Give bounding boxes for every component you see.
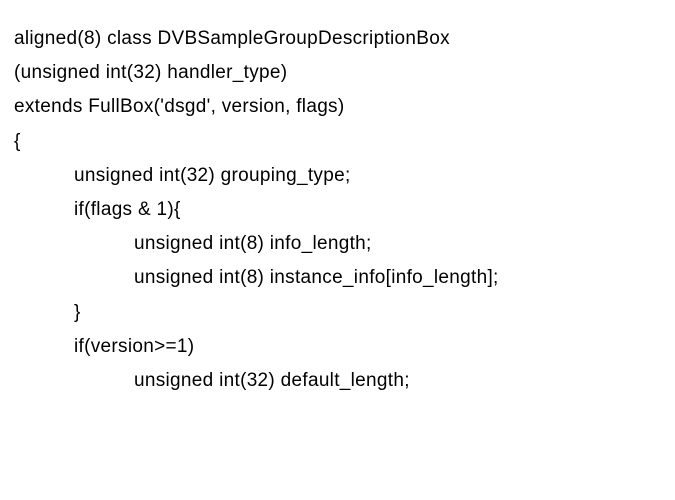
code-block: aligned(8) class DVBSampleGroupDescripti… <box>0 0 675 420</box>
code-line: extends FullBox('dsgd', version, flags) <box>14 90 661 124</box>
code-line: if(version>=1) <box>14 330 661 364</box>
code-line: if(flags & 1){ <box>14 193 661 227</box>
code-line: unsigned int(32) grouping_type; <box>14 159 661 193</box>
code-line: (unsigned int(32) handler_type) <box>14 56 661 90</box>
code-line: unsigned int(32) default_length; <box>14 364 661 398</box>
code-line: aligned(8) class DVBSampleGroupDescripti… <box>14 22 661 56</box>
code-line: unsigned int(8) info_length; <box>14 227 661 261</box>
code-line: } <box>14 296 661 330</box>
code-line: unsigned int(8) instance_info[info_lengt… <box>14 261 661 295</box>
code-line: { <box>14 125 661 159</box>
